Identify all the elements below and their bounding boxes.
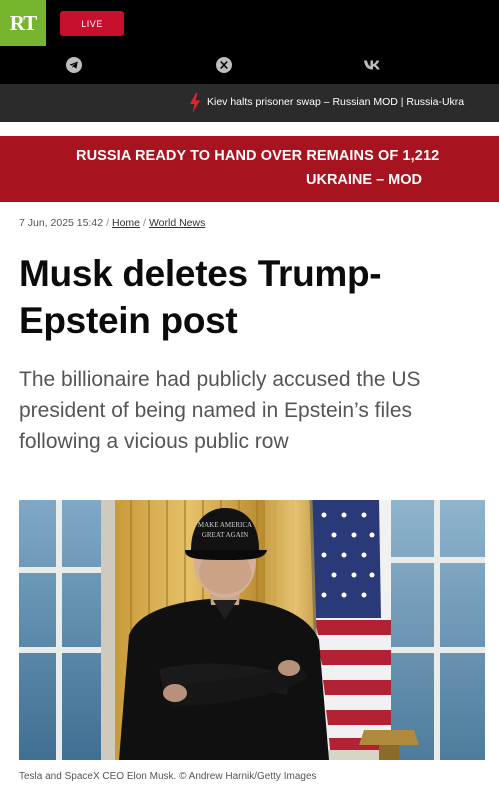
article-meta: 7 Jun, 2025 15:42/Home / World News — [19, 217, 205, 229]
photo-illustration: MAKE AMERICA GREAT AGAIN — [19, 500, 485, 760]
live-button[interactable]: LIVE — [60, 11, 124, 36]
logo-text: RT — [9, 10, 37, 35]
breadcrumb-separator: / — [106, 217, 109, 229]
ticker-text[interactable]: Kiev halts prisoner swap – Russian MOD |… — [207, 96, 464, 108]
breadcrumb-separator: / — [143, 217, 146, 229]
article-photo[interactable]: MAKE AMERICA GREAT AGAIN — [19, 500, 485, 760]
article-summary: The billionaire had publicly accused the… — [19, 368, 421, 453]
x-icon[interactable] — [216, 57, 232, 73]
breadcrumb-section-link[interactable]: World News — [149, 217, 205, 229]
breaking-news-banner[interactable]: RUSSIA READY TO HAND OVER REMAINS OF 1,2… — [0, 136, 499, 202]
article-title: Musk deletes Trump-Epstein post — [19, 253, 382, 341]
telegram-icon[interactable] — [66, 57, 82, 73]
vk-icon[interactable] — [363, 57, 383, 73]
article-date: 7 Jun, 2025 15:42 — [19, 217, 104, 229]
lightning-icon — [190, 93, 200, 113]
breaking-line-1: RUSSIA READY TO HAND OVER REMAINS OF 1,2… — [76, 148, 440, 164]
top-header: RT LIVE — [0, 0, 499, 46]
rt-logo[interactable]: RT — [0, 0, 46, 46]
breaking-line-2: UKRAINE – MOD — [306, 172, 423, 188]
breadcrumb-home-link[interactable]: Home — [112, 217, 140, 229]
social-bar — [0, 46, 499, 84]
news-ticker[interactable]: Kiev halts prisoner swap – Russian MOD |… — [0, 84, 499, 122]
cap-text-1: MAKE AMERICA — [198, 521, 252, 529]
photo-caption: Tesla and SpaceX CEO Elon Musk. © Andrew… — [19, 771, 317, 782]
cap-text-2: GREAT AGAIN — [202, 531, 248, 539]
